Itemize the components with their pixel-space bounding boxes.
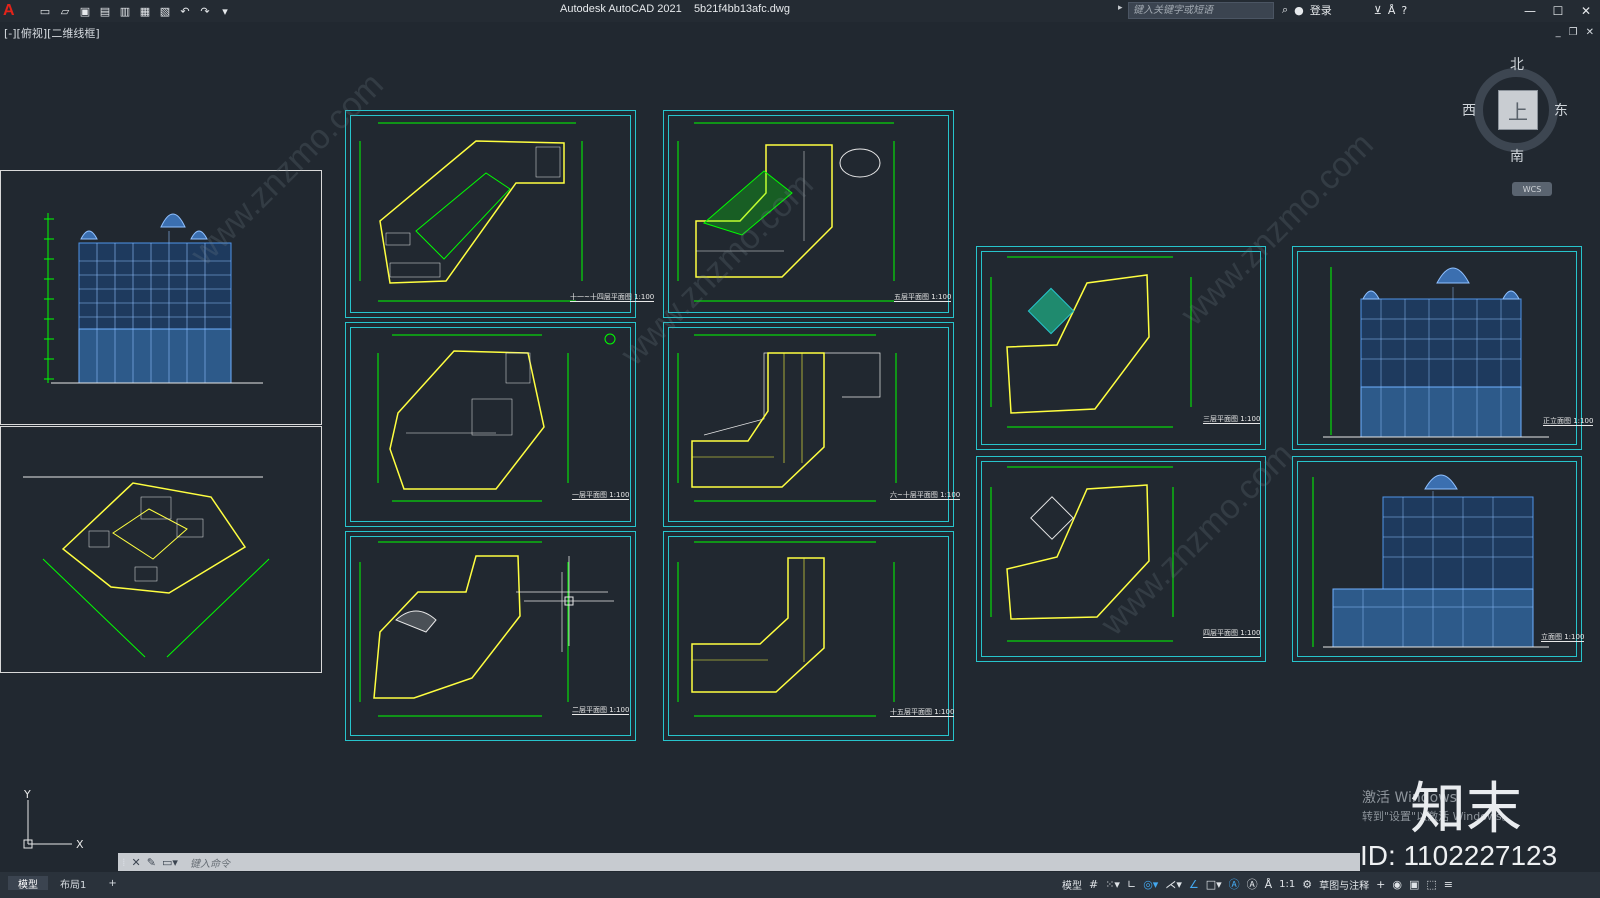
elevation-drawing [1312, 474, 1549, 648]
compass-east[interactable]: 东 [1554, 100, 1568, 120]
sheet-title: 五层平面图 1:100 [894, 293, 952, 302]
sheet-title: 四层平面图 1:100 [1203, 629, 1261, 638]
status-tools: 模型 # ⁙▾ ∟ ◎▾ ⋌▾ ∠ □▾ Ⓐ Ⓐ Å 1:1 ⚙ 草图与注释 +… [1062, 876, 1453, 892]
annotation-scale-icon[interactable]: Å [1265, 878, 1273, 891]
grid-icon[interactable]: # [1089, 878, 1098, 891]
annotation-scale-value[interactable]: 1:1 [1279, 879, 1295, 890]
sheet-title: 六~十层平面图 1:100 [890, 491, 961, 500]
elevation-drawing [1323, 267, 1549, 438]
minimize-icon[interactable]: — [1516, 0, 1544, 22]
search-expand-icon[interactable]: ▸ [1118, 3, 1123, 13]
print-icon[interactable]: ▧ [157, 3, 173, 19]
annotation-visibility-icon[interactable]: Ⓐ [1229, 876, 1240, 892]
cmd-grip-icon[interactable]: ⁞ [122, 856, 126, 869]
customize-icon[interactable]: ▾ [217, 3, 233, 19]
model-space-toggle[interactable]: 模型 [1062, 877, 1082, 892]
isolate-icon[interactable]: ◉ [1392, 878, 1402, 891]
viewcube[interactable]: 上 北 南 东 西 [1462, 57, 1572, 170]
publish-icon[interactable]: ▦ [137, 3, 153, 19]
sheet-title: 十一~十四层平面图 1:100 [570, 293, 655, 302]
window-controls: — ☐ ✕ [1516, 0, 1600, 22]
maximize-icon[interactable]: ☐ [1544, 0, 1572, 22]
tab-model[interactable]: 模型 [8, 876, 48, 891]
object-snap-tracking-icon[interactable]: ∠ [1189, 878, 1199, 891]
doc-close-icon[interactable]: ✕ [1586, 27, 1594, 38]
close-icon[interactable]: ✕ [1572, 0, 1600, 22]
workspace-switch[interactable]: 草图与注释 [1319, 877, 1369, 892]
isodraft-icon[interactable]: ⋌▾ [1165, 878, 1182, 891]
ucs-icon: Y X [23, 790, 84, 851]
compass-west[interactable]: 西 [1462, 100, 1476, 120]
polar-icon[interactable]: ◎▾ [1143, 878, 1158, 891]
svg-text:Y: Y [23, 790, 31, 801]
left-site-plan-drawing [23, 476, 270, 658]
sheet-title: 正立面图 1:100 [1543, 417, 1594, 426]
znzmo-id: ID: 1102227123 [1360, 840, 1558, 871]
doc-restore-icon[interactable]: ❐ [1569, 27, 1578, 38]
viewcube-top-face[interactable]: 上 [1498, 90, 1538, 130]
wcs-menu-button[interactable]: WCS [1512, 182, 1552, 196]
title-right-tools: ⌕ ● 登录 ⊻ Å ? [1282, 2, 1407, 18]
sheet-title: 十五层平面图 1:100 [890, 708, 955, 717]
cart-icon[interactable]: ⊻ [1374, 4, 1382, 17]
sheet-elevation[interactable]: 立面图 1:100 [1292, 456, 1585, 662]
plan-drawing [359, 122, 583, 302]
snap-icon[interactable]: ⁙▾ [1105, 878, 1120, 891]
compass-north[interactable]: 北 [1510, 54, 1524, 74]
add-layout-icon[interactable]: + [98, 876, 126, 890]
object-snap-icon[interactable]: □▾ [1206, 878, 1222, 891]
new-icon[interactable]: ▭ [37, 3, 53, 19]
command-input[interactable]: 键入命令 [190, 855, 230, 870]
sheet-floor-11-14[interactable]: 十一~十四层平面图 1:100 [345, 110, 655, 318]
layout-tabs: 模型 布局1 + [8, 876, 127, 891]
doc-minimize-icon[interactable]: _ [1556, 27, 1561, 38]
save-icon[interactable]: ▣ [77, 3, 93, 19]
sheet-floor-1[interactable]: 一层平面图 1:100 [345, 322, 636, 527]
app-name: Autodesk AutoCAD 2021 [560, 3, 682, 15]
clean-screen-icon[interactable]: ⬚ [1426, 878, 1436, 891]
open-icon[interactable]: ▱ [57, 3, 73, 19]
sheet-floor-6-10[interactable]: 六~十层平面图 1:100 [663, 322, 961, 527]
sheet-front-elevation[interactable]: 正立面图 1:100 [1292, 246, 1594, 450]
a360-icon[interactable]: Å [1388, 4, 1396, 17]
crosshair-cursor [524, 556, 614, 646]
hardware-accel-icon[interactable]: ▣ [1409, 878, 1419, 891]
ortho-icon[interactable]: ∟ [1127, 878, 1136, 891]
search-input[interactable]: 键入关键字或短语 [1128, 2, 1274, 19]
command-line[interactable] [118, 853, 1360, 871]
sheet-title: 二层平面图 1:100 [572, 706, 630, 715]
help-icon[interactable]: ? [1401, 4, 1407, 17]
quick-access-toolbar: ▭ ▱ ▣ ▤ ▥ ▦ ▧ ↶ ↷ ▾ [37, 3, 233, 19]
sheet-title: 一层平面图 1:100 [572, 491, 630, 500]
search-icon[interactable]: ⌕ [1282, 3, 1288, 17]
drawing-window-controls: _ ❐ ✕ [1556, 27, 1594, 38]
cmd-recent-icon[interactable]: ▭▾ [162, 856, 178, 869]
auto-scale-icon[interactable]: Ⓐ [1247, 876, 1258, 892]
compass-south[interactable]: 南 [1510, 146, 1524, 166]
gear-icon[interactable]: ⚙ [1302, 878, 1312, 891]
plus-icon[interactable]: + [1376, 878, 1385, 891]
user-icon[interactable]: ● [1294, 4, 1304, 17]
cmd-customize-icon[interactable]: ✎ [147, 856, 156, 869]
command-line-tools: ⁞ ✕ ✎ ▭▾ [118, 853, 178, 871]
sheet-title: 立面图 1:100 [1541, 633, 1585, 642]
file-name: 5b21f4bb13afc.dwg [693, 3, 790, 15]
redo-icon[interactable]: ↷ [197, 3, 213, 19]
login-link[interactable]: 登录 [1310, 2, 1332, 18]
sheet-floor-15[interactable]: 十五层平面图 1:100 [663, 531, 955, 741]
viewport-controls[interactable]: [-][俯视][二维线框] [4, 25, 100, 41]
saveas-icon[interactable]: ▤ [97, 3, 113, 19]
znzmo-logo: 知末 [1410, 777, 1522, 842]
site-plan-frame-left [0, 426, 322, 673]
customize-menu-icon[interactable]: ≡ [1444, 878, 1453, 891]
sheet-title: 三层平面图 1:100 [1203, 415, 1261, 424]
title-bar: A ▭ ▱ ▣ ▤ ▥ ▦ ▧ ↶ ↷ ▾ Autodesk AutoCAD 2… [0, 0, 1600, 22]
cmd-close-icon[interactable]: ✕ [132, 856, 141, 869]
svg-text:X: X [76, 838, 84, 851]
plot-preview-icon[interactable]: ▥ [117, 3, 133, 19]
window-title: Autodesk AutoCAD 2021 5b21f4bb13afc.dwg [560, 3, 790, 15]
undo-icon[interactable]: ↶ [177, 3, 193, 19]
autocad-logo-icon[interactable]: A [3, 2, 21, 20]
tab-layout1[interactable]: 布局1 [50, 876, 96, 891]
